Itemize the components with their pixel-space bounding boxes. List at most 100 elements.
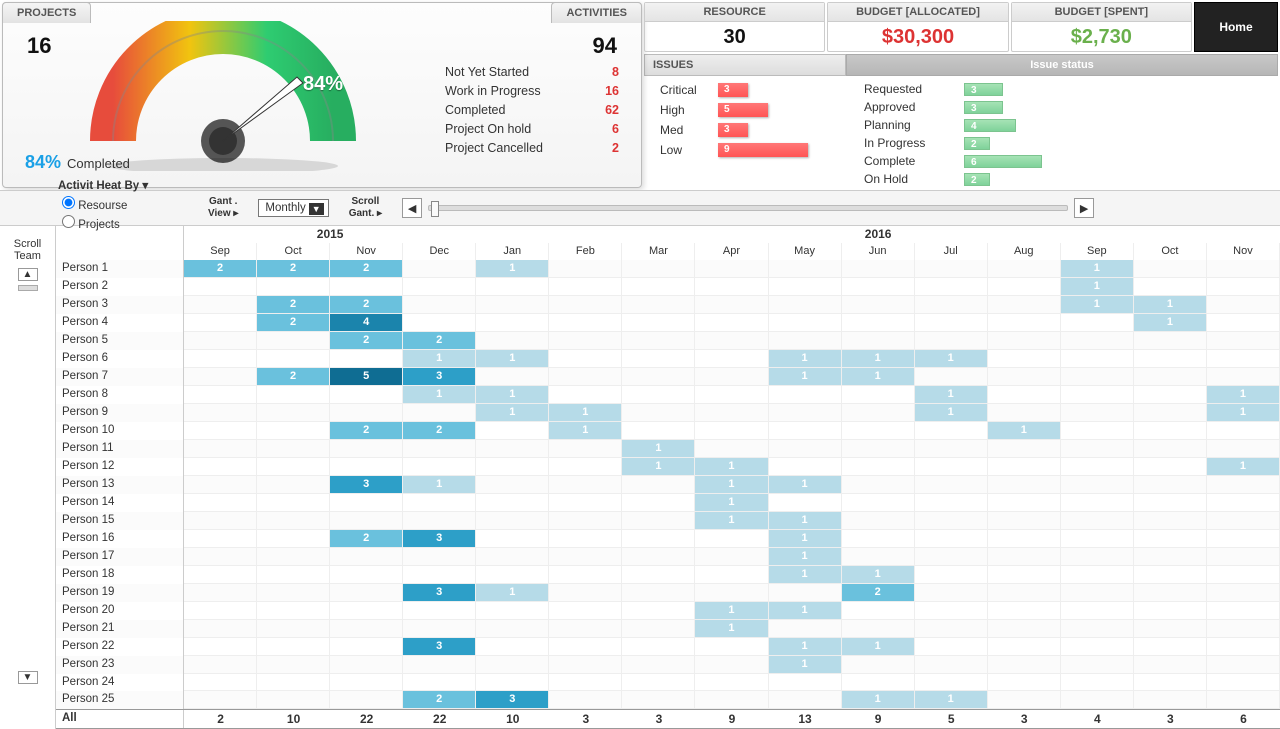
heat-cell[interactable] <box>915 296 988 314</box>
heat-cell[interactable] <box>622 512 695 530</box>
heat-cell[interactable] <box>476 458 549 476</box>
heat-cell[interactable] <box>1061 494 1134 512</box>
heat-cell[interactable] <box>549 548 622 566</box>
heat-cell[interactable] <box>1207 314 1280 332</box>
heat-cell[interactable] <box>1207 278 1280 296</box>
heat-cell[interactable] <box>257 512 330 530</box>
heat-cell[interactable] <box>915 602 988 620</box>
heat-cell[interactable] <box>1207 548 1280 566</box>
interval-select[interactable]: Monthly <box>258 199 328 217</box>
heat-cell[interactable] <box>988 656 1061 674</box>
heat-cell[interactable] <box>330 638 403 656</box>
table-row[interactable]: Person 133111 <box>56 476 1280 494</box>
heat-cell[interactable] <box>988 332 1061 350</box>
table-row[interactable]: Person 725311 <box>56 368 1280 386</box>
heat-cell[interactable] <box>257 566 330 584</box>
heat-cell[interactable] <box>1061 476 1134 494</box>
heat-cell[interactable] <box>695 638 768 656</box>
heat-cell[interactable] <box>1207 638 1280 656</box>
heat-cell[interactable] <box>1061 368 1134 386</box>
heat-cell[interactable]: 1 <box>769 656 842 674</box>
table-row[interactable]: Person 611111 <box>56 350 1280 368</box>
heat-cell[interactable] <box>622 278 695 296</box>
heat-cell[interactable] <box>1207 260 1280 278</box>
heat-cell[interactable] <box>549 512 622 530</box>
heat-cell[interactable] <box>1207 332 1280 350</box>
heat-cell[interactable] <box>549 638 622 656</box>
heat-cell[interactable] <box>1134 476 1207 494</box>
table-row[interactable]: Person 91111 <box>56 404 1280 422</box>
radio-resource[interactable]: Resourse <box>62 196 188 215</box>
heat-cell[interactable] <box>1134 620 1207 638</box>
heat-cell[interactable] <box>184 386 257 404</box>
heat-cell[interactable] <box>1061 638 1134 656</box>
heat-cell[interactable] <box>1134 566 1207 584</box>
heat-cell[interactable]: 1 <box>769 548 842 566</box>
heat-cell[interactable] <box>476 440 549 458</box>
heat-cell[interactable] <box>257 620 330 638</box>
heat-cell[interactable] <box>622 584 695 602</box>
heat-cell[interactable] <box>769 296 842 314</box>
heat-cell[interactable] <box>257 278 330 296</box>
heat-cell[interactable] <box>1134 422 1207 440</box>
table-row[interactable]: Person 122211 <box>56 260 1280 278</box>
scroll-gant-menu[interactable]: Scroll Gant. ▸ <box>349 196 382 220</box>
heat-cell[interactable]: 3 <box>403 584 476 602</box>
heat-cell[interactable]: 3 <box>330 476 403 494</box>
heat-cell[interactable] <box>184 332 257 350</box>
activities-tab[interactable]: ACTIVITIES <box>551 2 642 23</box>
heat-cell[interactable] <box>622 620 695 638</box>
heat-cell[interactable] <box>988 548 1061 566</box>
heat-cell[interactable] <box>1061 386 1134 404</box>
heat-cell[interactable] <box>1207 440 1280 458</box>
heat-cell[interactable] <box>915 674 988 691</box>
heat-cell[interactable] <box>695 440 768 458</box>
heat-cell[interactable] <box>1061 404 1134 422</box>
heat-cell[interactable]: 1 <box>476 404 549 422</box>
heat-cell[interactable] <box>988 314 1061 332</box>
heat-cell[interactable]: 1 <box>1061 278 1134 296</box>
table-row[interactable]: Person 1811 <box>56 566 1280 584</box>
heat-cell[interactable] <box>988 691 1061 709</box>
heat-cell[interactable] <box>988 476 1061 494</box>
heat-cell[interactable] <box>330 584 403 602</box>
heat-cell[interactable] <box>184 548 257 566</box>
heat-cell[interactable] <box>1061 674 1134 691</box>
heat-cell[interactable] <box>622 350 695 368</box>
team-scroll-track[interactable] <box>18 285 38 291</box>
heat-cell[interactable]: 1 <box>695 620 768 638</box>
heat-cell[interactable] <box>549 278 622 296</box>
heat-cell[interactable] <box>257 584 330 602</box>
heat-cell[interactable] <box>1134 458 1207 476</box>
heat-cell[interactable] <box>476 422 549 440</box>
table-row[interactable]: Person 252311 <box>56 691 1280 709</box>
heat-cell[interactable]: 4 <box>330 314 403 332</box>
heat-cell[interactable] <box>622 530 695 548</box>
heat-cell[interactable] <box>1061 584 1134 602</box>
heat-cell[interactable] <box>1134 584 1207 602</box>
heat-cell[interactable] <box>1207 494 1280 512</box>
heat-cell[interactable] <box>549 260 622 278</box>
table-row[interactable]: Person 4241 <box>56 314 1280 332</box>
heat-cell[interactable] <box>842 386 915 404</box>
heat-cell[interactable] <box>1134 368 1207 386</box>
heat-cell[interactable]: 3 <box>476 691 549 709</box>
heat-cell[interactable] <box>330 458 403 476</box>
heat-cell[interactable] <box>842 530 915 548</box>
heat-cell[interactable] <box>330 404 403 422</box>
heat-cell[interactable] <box>549 332 622 350</box>
heat-cell[interactable]: 3 <box>403 530 476 548</box>
heat-cell[interactable] <box>1061 440 1134 458</box>
heat-cell[interactable] <box>622 674 695 691</box>
heat-cell[interactable] <box>1207 691 1280 709</box>
heat-cell[interactable] <box>988 296 1061 314</box>
heat-cell[interactable]: 1 <box>842 638 915 656</box>
heat-cell[interactable]: 1 <box>622 458 695 476</box>
table-row[interactable]: Person 16231 <box>56 530 1280 548</box>
heat-cell[interactable] <box>1061 332 1134 350</box>
heat-cell[interactable] <box>403 548 476 566</box>
heat-cell[interactable] <box>1134 691 1207 709</box>
heat-cell[interactable] <box>842 404 915 422</box>
heat-cell[interactable] <box>695 656 768 674</box>
heat-cell[interactable]: 1 <box>1061 296 1134 314</box>
